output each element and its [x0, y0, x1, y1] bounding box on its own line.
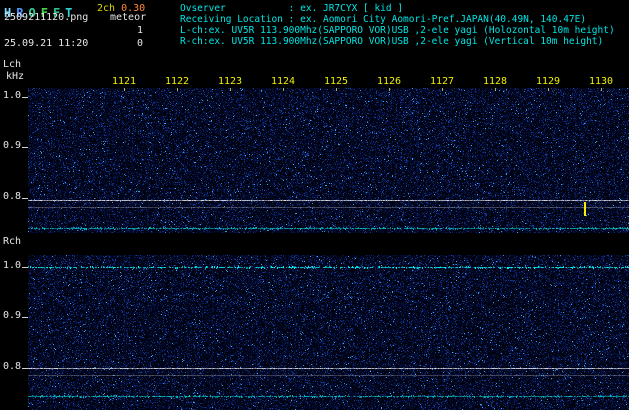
channel-label-rch: Rch: [3, 236, 22, 247]
time-label-1124: 1124: [270, 76, 296, 87]
station-info: Ovserver : ex. JR7CYX [ kid ] Receiving …: [180, 3, 615, 47]
meteor-label: meteor: [110, 12, 147, 23]
time-label-1129: 1129: [535, 76, 561, 87]
channel-label-lch: Lch: [3, 59, 22, 70]
time-label-1130: 1130: [588, 76, 614, 87]
freq-label-lch-1.0: 1.0: [3, 90, 22, 101]
rch-config-line: R-ch:ex. UV5R 113.900Mhz(SAPPORO VOR)USB…: [180, 36, 604, 47]
meteor-count-lch: 1: [136, 25, 144, 36]
freq-label-rch-0.8: 0.8: [3, 361, 22, 372]
time-label-1128: 1128: [482, 76, 508, 87]
time-label-1121: 1121: [111, 76, 137, 87]
time-label-1127: 1127: [429, 76, 455, 87]
khz-unit-label: kHz: [6, 71, 25, 82]
timestamp: 25.09.21 11:20: [4, 38, 89, 49]
observer-line: Ovserver : ex. JR7CYX [ kid ]: [180, 3, 404, 14]
meteor-count-rch: 0: [136, 38, 144, 49]
lch-config-line: L-ch:ex. UV5R 113.900Mhz(SAPPORO VOR)USB…: [180, 25, 615, 36]
rch-spectrogram: [28, 255, 629, 410]
freq-label-lch-0.8: 0.8: [3, 191, 22, 202]
freq-label-lch-0.9: 0.9: [3, 140, 22, 151]
output-filename: 2509211120.png: [4, 12, 89, 23]
freq-label-rch-0.9: 0.9: [3, 310, 22, 321]
lch-spectrogram: [28, 88, 629, 233]
location-line: Receiving Location : ex. Aomori City Aom…: [180, 14, 587, 25]
freq-label-rch-1.0: 1.0: [3, 260, 22, 271]
hrofft-window: HROFFT 2ch 0.30 2509211120.png meteor 1 …: [0, 0, 629, 410]
time-label-1123: 1123: [217, 76, 243, 87]
time-label-1122: 1122: [164, 76, 190, 87]
time-label-1126: 1126: [376, 76, 402, 87]
time-label-1125: 1125: [323, 76, 349, 87]
